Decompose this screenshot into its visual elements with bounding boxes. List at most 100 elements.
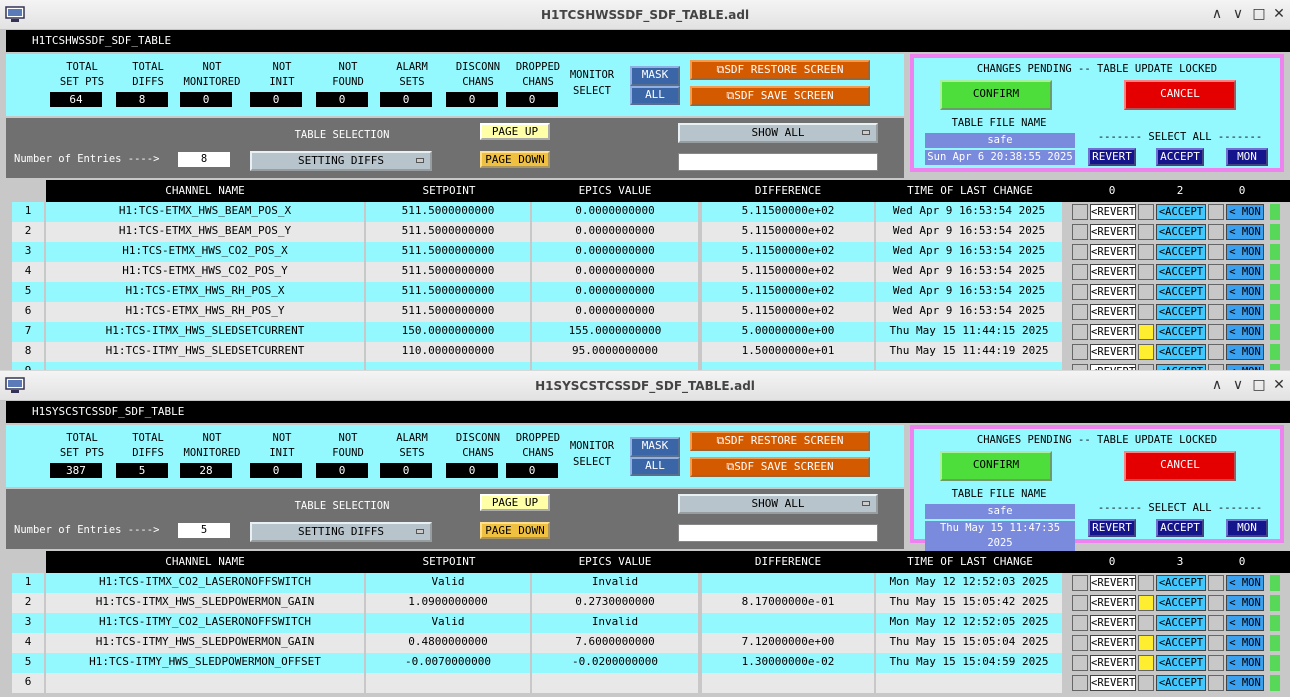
row-revert-button[interactable]: <REVERT [1090,244,1136,260]
accept-checkbox[interactable] [1138,675,1154,691]
close-icon[interactable]: ✕ [1270,376,1288,394]
accept-checkbox[interactable] [1138,324,1154,340]
row-accept-button[interactable]: <ACCEPT [1156,264,1206,280]
revert-checkbox[interactable] [1072,324,1088,340]
row-mon-button[interactable]: < MON [1226,595,1264,611]
sdf-save-screen-button[interactable]: ⧉SDF SAVE SCREEN [690,86,870,106]
accept-checkbox[interactable] [1138,204,1154,220]
row-accept-button[interactable]: <ACCEPT [1156,204,1206,220]
accept-checkbox[interactable] [1138,344,1154,360]
row-revert-button[interactable]: <REVERT [1090,675,1136,691]
minimize-icon[interactable]: ∧ [1208,376,1226,394]
row-mon-button[interactable]: < MON [1226,655,1264,671]
row-mon-button[interactable]: < MON [1226,284,1264,300]
row-accept-button[interactable]: <ACCEPT [1156,364,1206,370]
row-accept-button[interactable]: <ACCEPT [1156,344,1206,360]
mon-checkbox[interactable] [1208,675,1224,691]
confirm-button[interactable]: CONFIRM [940,451,1052,481]
revert-checkbox[interactable] [1072,224,1088,240]
cancel-button[interactable]: CANCEL [1124,451,1236,481]
revert-checkbox[interactable] [1072,575,1088,591]
accept-checkbox[interactable] [1138,284,1154,300]
maximize-icon[interactable]: □ [1250,376,1268,394]
row-mon-button[interactable]: < MON [1226,615,1264,631]
mon-checkbox[interactable] [1208,304,1224,320]
accept-all-button[interactable]: ACCEPT [1156,148,1204,166]
restore-icon[interactable]: ∨ [1229,376,1247,394]
accept-checkbox[interactable] [1138,635,1154,651]
row-accept-button[interactable]: <ACCEPT [1156,635,1206,651]
revert-checkbox[interactable] [1072,204,1088,220]
row-accept-button[interactable]: <ACCEPT [1156,244,1206,260]
mon-checkbox[interactable] [1208,224,1224,240]
show-all-dropdown[interactable]: SHOW ALL [678,123,878,143]
row-revert-button[interactable]: <REVERT [1090,264,1136,280]
row-accept-button[interactable]: <ACCEPT [1156,284,1206,300]
mon-checkbox[interactable] [1208,595,1224,611]
row-mon-button[interactable]: < MON [1226,675,1264,691]
accept-checkbox[interactable] [1138,595,1154,611]
row-mon-button[interactable]: < MON [1226,224,1264,240]
row-revert-button[interactable]: <REVERT [1090,635,1136,651]
sdf-save-screen-button[interactable]: ⧉SDF SAVE SCREEN [690,457,870,477]
page-up-button[interactable]: PAGE UP [480,494,550,511]
row-accept-button[interactable]: <ACCEPT [1156,675,1206,691]
row-revert-button[interactable]: <REVERT [1090,344,1136,360]
row-mon-button[interactable]: < MON [1226,304,1264,320]
accept-checkbox[interactable] [1138,364,1154,370]
show-all-dropdown[interactable]: SHOW ALL [678,494,878,514]
revert-all-button[interactable]: REVERT [1088,519,1136,537]
revert-checkbox[interactable] [1072,655,1088,671]
row-accept-button[interactable]: <ACCEPT [1156,575,1206,591]
row-mon-button[interactable]: < MON [1226,364,1264,370]
accept-checkbox[interactable] [1138,304,1154,320]
row-revert-button[interactable]: <REVERT [1090,204,1136,220]
table-selection-dropdown[interactable]: SETTING DIFFS [250,151,432,171]
accept-all-button[interactable]: ACCEPT [1156,519,1204,537]
row-revert-button[interactable]: <REVERT [1090,324,1136,340]
row-mon-button[interactable]: < MON [1226,264,1264,280]
mon-checkbox[interactable] [1208,635,1224,651]
mask-button[interactable]: MASK [630,437,680,457]
mon-checkbox[interactable] [1208,244,1224,260]
accept-checkbox[interactable] [1138,244,1154,260]
all-button[interactable]: ALL [630,86,680,105]
row-revert-button[interactable]: <REVERT [1090,364,1136,370]
row-accept-button[interactable]: <ACCEPT [1156,304,1206,320]
row-revert-button[interactable]: <REVERT [1090,304,1136,320]
row-accept-button[interactable]: <ACCEPT [1156,224,1206,240]
row-revert-button[interactable]: <REVERT [1090,615,1136,631]
row-mon-button[interactable]: < MON [1226,635,1264,651]
mon-checkbox[interactable] [1208,264,1224,280]
all-button[interactable]: ALL [630,457,680,476]
maximize-icon[interactable]: □ [1250,5,1268,23]
row-accept-button[interactable]: <ACCEPT [1156,324,1206,340]
row-revert-button[interactable]: <REVERT [1090,224,1136,240]
revert-checkbox[interactable] [1072,615,1088,631]
mon-checkbox[interactable] [1208,324,1224,340]
page-down-button[interactable]: PAGE DOWN [480,522,550,539]
minimize-icon[interactable]: ∧ [1208,5,1226,23]
sdf-restore-screen-button[interactable]: ⧉SDF RESTORE SCREEN [690,60,870,80]
revert-checkbox[interactable] [1072,244,1088,260]
row-accept-button[interactable]: <ACCEPT [1156,595,1206,611]
revert-all-button[interactable]: REVERT [1088,148,1136,166]
page-up-button[interactable]: PAGE UP [480,123,550,140]
mon-checkbox[interactable] [1208,575,1224,591]
mon-checkbox[interactable] [1208,364,1224,370]
accept-checkbox[interactable] [1138,575,1154,591]
accept-checkbox[interactable] [1138,224,1154,240]
accept-checkbox[interactable] [1138,264,1154,280]
row-mon-button[interactable]: < MON [1226,324,1264,340]
accept-checkbox[interactable] [1138,655,1154,671]
table-selection-dropdown[interactable]: SETTING DIFFS [250,522,432,542]
row-mon-button[interactable]: < MON [1226,575,1264,591]
revert-checkbox[interactable] [1072,675,1088,691]
row-accept-button[interactable]: <ACCEPT [1156,615,1206,631]
mon-checkbox[interactable] [1208,344,1224,360]
row-mon-button[interactable]: < MON [1226,344,1264,360]
revert-checkbox[interactable] [1072,344,1088,360]
filter-input[interactable] [678,524,878,542]
revert-checkbox[interactable] [1072,304,1088,320]
restore-icon[interactable]: ∨ [1229,5,1247,23]
